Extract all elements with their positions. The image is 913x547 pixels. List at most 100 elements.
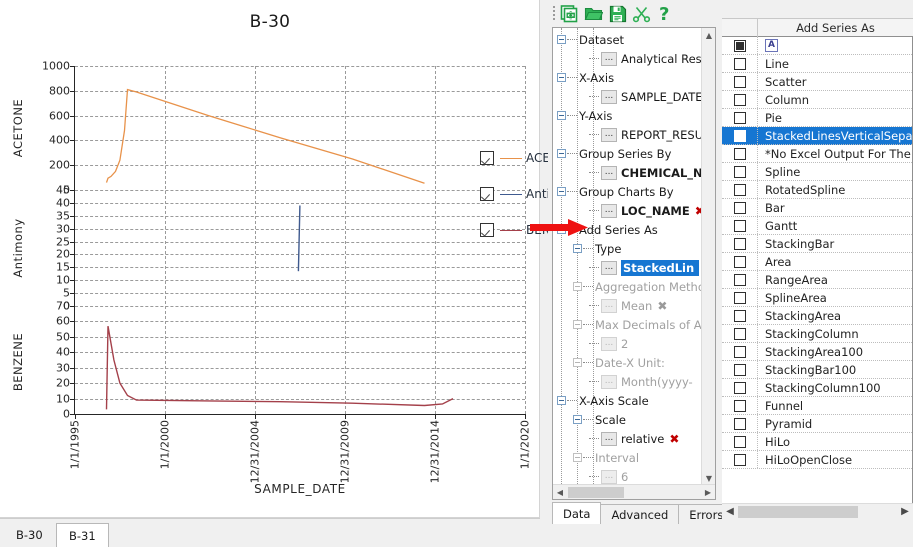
- tree-node[interactable]: Date-X Unit:: [553, 353, 702, 372]
- series-type-checkbox-cell[interactable]: [722, 235, 758, 252]
- series-type-checkbox-cell[interactable]: [722, 73, 758, 90]
- series-type-checkbox[interactable]: [734, 130, 746, 142]
- tree-node[interactable]: Group Charts By: [553, 182, 702, 201]
- series-type-row[interactable]: Area: [722, 253, 912, 271]
- tree-value-browse-button[interactable]: ...: [601, 128, 617, 142]
- tree-clear-icon[interactable]: ✖: [669, 432, 679, 446]
- tree-node[interactable]: Scale: [553, 410, 702, 429]
- series-type-row[interactable]: *No Excel Output For The B: [722, 145, 912, 163]
- series-type-row[interactable]: Column: [722, 91, 912, 109]
- series-type-checkbox[interactable]: [734, 202, 746, 214]
- tree-value-browse-button[interactable]: ...: [601, 337, 617, 351]
- tree-node[interactable]: ...relative✖: [553, 429, 702, 448]
- scroll-left-icon[interactable]: ◀: [722, 504, 738, 519]
- tree-vertical-scrollbar[interactable]: ▲ ▼: [701, 28, 715, 485]
- series-type-checkbox-cell[interactable]: [722, 325, 758, 342]
- series-type-row[interactable]: Line: [722, 55, 912, 73]
- tree-value-browse-button[interactable]: ...: [601, 261, 617, 275]
- series-type-checkbox-cell[interactable]: [722, 163, 758, 180]
- series-type-checkbox[interactable]: [734, 274, 746, 286]
- tree-node[interactable]: ...REPORT_RESUL: [553, 125, 702, 144]
- new-document-icon[interactable]: [557, 1, 581, 25]
- tree-node[interactable]: ...SAMPLE_DATE✖: [553, 87, 702, 106]
- tree-horizontal-scroll-thumb[interactable]: [568, 487, 624, 498]
- series-type-row[interactable]: Scatter: [722, 73, 912, 91]
- scroll-down-icon[interactable]: ▼: [702, 471, 716, 485]
- chart-tab-b-30[interactable]: B-30: [4, 523, 55, 547]
- series-type-checkbox-cell[interactable]: [722, 397, 758, 414]
- tree-collapse-icon[interactable]: [557, 149, 566, 158]
- tree-value-browse-button[interactable]: ...: [601, 432, 617, 446]
- series-type-row[interactable]: SplineArea: [722, 289, 912, 307]
- tree-node[interactable]: ...CHEMICAL_N: [553, 163, 702, 182]
- tree-value-browse-button[interactable]: ...: [601, 299, 617, 313]
- series-type-row[interactable]: Spline: [722, 163, 912, 181]
- series-type-checkbox-cell[interactable]: [722, 109, 758, 126]
- tree-collapse-icon[interactable]: [573, 358, 582, 367]
- tree-value-browse-button[interactable]: ...: [601, 166, 617, 180]
- tree-collapse-icon[interactable]: [573, 282, 582, 291]
- series-type-checkbox[interactable]: [734, 112, 746, 124]
- legend-checkbox[interactable]: [480, 223, 494, 237]
- tree-collapse-icon[interactable]: [557, 73, 566, 82]
- series-type-checkbox[interactable]: [734, 76, 746, 88]
- series-type-checkbox-cell[interactable]: [722, 145, 758, 162]
- series-type-checkbox[interactable]: [734, 40, 746, 52]
- series-type-checkbox[interactable]: [734, 238, 746, 250]
- series-type-row[interactable]: HiLoOpenClose: [722, 451, 912, 469]
- series-type-checkbox[interactable]: [734, 328, 746, 340]
- series-type-checkbox-cell[interactable]: [722, 415, 758, 432]
- tree-collapse-icon[interactable]: [573, 320, 582, 329]
- series-type-row[interactable]: StackingColumn: [722, 325, 912, 343]
- series-grid-horizontal-scrollbar[interactable]: ◀ ▶: [722, 503, 913, 519]
- legend-checkbox[interactable]: [480, 151, 494, 165]
- series-type-row[interactable]: StackingArea: [722, 307, 912, 325]
- series-type-row[interactable]: StackingArea100: [722, 343, 912, 361]
- tree-collapse-icon[interactable]: [557, 35, 566, 44]
- series-type-checkbox[interactable]: [734, 382, 746, 394]
- settings-tab-advanced[interactable]: Advanced: [600, 504, 679, 524]
- series-type-checkbox-cell[interactable]: [722, 451, 758, 468]
- legend-checkbox[interactable]: [480, 187, 494, 201]
- tree-horizontal-scrollbar[interactable]: ◀ ▶: [553, 484, 715, 499]
- series-type-checkbox-cell[interactable]: [722, 289, 758, 306]
- series-type-row[interactable]: HiLo: [722, 433, 912, 451]
- series-type-row[interactable]: Gantt: [722, 217, 912, 235]
- tree-node[interactable]: ...2: [553, 334, 702, 353]
- tree-node[interactable]: Interval: [553, 448, 702, 467]
- tree-clear-icon[interactable]: ✖: [657, 299, 667, 313]
- series-type-checkbox[interactable]: [734, 454, 746, 466]
- series-type-checkbox-cell[interactable]: [722, 37, 758, 54]
- series-type-row[interactable]: RotatedSpline: [722, 181, 912, 199]
- scroll-up-icon[interactable]: ▲: [702, 28, 716, 42]
- tree-value-browse-button[interactable]: ...: [601, 204, 617, 218]
- series-type-checkbox-cell[interactable]: [722, 199, 758, 216]
- series-type-checkbox[interactable]: [734, 148, 746, 160]
- settings-tree[interactable]: Dataset...Analytical ResultX-Axis...SAMP…: [552, 27, 716, 500]
- series-type-checkbox[interactable]: [734, 256, 746, 268]
- series-type-row[interactable]: StackingBar: [722, 235, 912, 253]
- scroll-right-icon[interactable]: ▶: [897, 504, 913, 519]
- series-type-checkbox-cell[interactable]: [722, 127, 758, 144]
- tree-node[interactable]: ...Mean✖: [553, 296, 702, 315]
- tree-node[interactable]: Aggregation Method: [553, 277, 702, 296]
- series-type-row[interactable]: StackingBar100: [722, 361, 912, 379]
- series-type-row[interactable]: Pyramid: [722, 415, 912, 433]
- tree-node[interactable]: ...StackedLin: [553, 258, 702, 277]
- series-type-checkbox-cell[interactable]: [722, 433, 758, 450]
- tree-value-browse-button[interactable]: ...: [601, 375, 617, 389]
- series-type-checkbox-cell[interactable]: [722, 343, 758, 360]
- series-type-checkbox-cell[interactable]: [722, 181, 758, 198]
- open-folder-icon[interactable]: [581, 1, 605, 25]
- series-type-checkbox[interactable]: [734, 166, 746, 178]
- series-type-row[interactable]: StackingColumn100: [722, 379, 912, 397]
- series-type-checkbox[interactable]: [734, 94, 746, 106]
- settings-tab-data[interactable]: Data: [552, 502, 601, 524]
- tree-value-browse-button[interactable]: ...: [601, 470, 617, 484]
- filter-row-badge[interactable]: A: [765, 39, 778, 52]
- series-type-checkbox[interactable]: [734, 184, 746, 196]
- tree-value-browse-button[interactable]: ...: [601, 52, 617, 66]
- tree-node[interactable]: ...Analytical Result: [553, 49, 702, 68]
- series-type-checkbox[interactable]: [734, 346, 746, 358]
- series-type-row[interactable]: RangeArea: [722, 271, 912, 289]
